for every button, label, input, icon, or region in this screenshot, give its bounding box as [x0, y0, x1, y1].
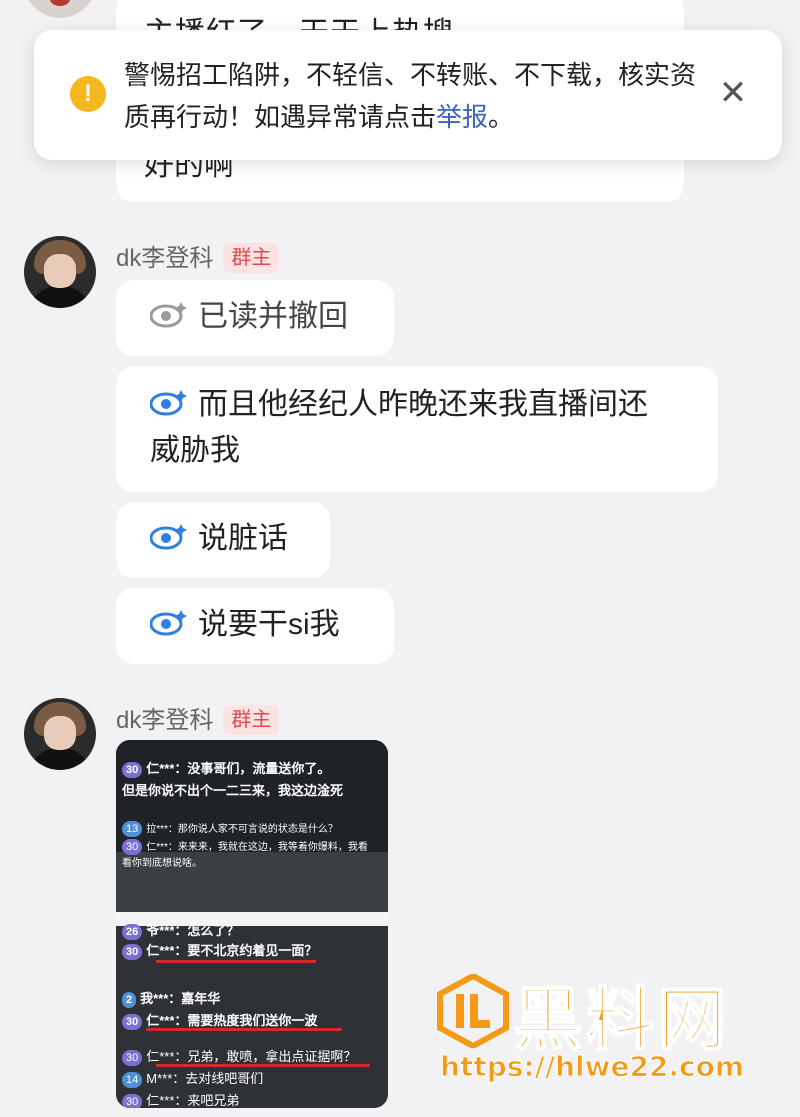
message-text: 说脏话 — [198, 522, 288, 555]
screenshot-comment: 30 仁***：兄弟，敢喷，拿出点证据啊？ — [122, 1046, 356, 1066]
screenshot-comment: 但是你说不出个一二三来，我这边淦死 — [122, 783, 344, 798]
read-status-icon — [150, 524, 187, 550]
close-icon[interactable]: ✕ — [718, 76, 748, 110]
screenshot-comment: 看你到底想说啥。 — [122, 858, 202, 869]
watermark-url: https://hlwe22.com — [439, 1050, 745, 1084]
site-logo-icon — [437, 974, 509, 1048]
screenshot-comment: 30 仁***：要不北京约着见一面？ — [122, 940, 317, 960]
screenshot-comment: 30 仁***：没事哥们，流量送你了。 — [122, 758, 330, 778]
screenshot-comment: 30 仁***：需要热度我们送你一波 — [122, 1010, 317, 1030]
group-owner-badge: 群主 — [223, 705, 280, 735]
message-bubble[interactable]: 说脏话 — [116, 502, 330, 578]
sender-header: dk李登科 群主 — [116, 700, 280, 735]
message-bubble[interactable]: 已读并撤回 — [116, 280, 394, 356]
avatar[interactable] — [24, 698, 96, 770]
report-link[interactable]: 举报 — [436, 102, 488, 132]
screenshot-comment: 30 仁***：来吧兄弟 — [122, 1090, 239, 1108]
message-bubble[interactable]: 而且他经纪人昨晚还来我直播间还 威胁我 — [116, 366, 718, 492]
watermark-name: 黑料网 — [513, 980, 731, 1061]
screenshot-comment: 14 M***：去对线吧哥们 — [122, 1068, 263, 1088]
read-status-icon — [150, 610, 187, 636]
sender-name: dk李登科 — [116, 707, 214, 734]
scam-warning-banner: ! 警惕招工陷阱，不轻信、不转账、不下载，核实资质再行动！如遇异常请点击举报。 … — [34, 30, 782, 160]
read-status-icon — [150, 302, 187, 328]
warning-text: 警惕招工陷阱，不轻信、不转账、不下载，核实资质再行动！如遇异常请点击举报。 — [124, 60, 697, 132]
read-status-icon — [150, 390, 187, 416]
screenshot-comment: 2 我***：嘉年华 — [122, 988, 220, 1008]
message-text: 已读并撤回 — [198, 300, 348, 333]
avatar[interactable] — [24, 236, 96, 308]
sender-header: dk李登科 群主 — [116, 238, 280, 273]
message-text: 威胁我 — [150, 434, 240, 467]
message-text: 而且他经纪人昨晚还来我直播间还 — [198, 388, 648, 421]
group-owner-badge: 群主 — [223, 243, 280, 273]
screenshot-comment: 13 拉***：那你说人家不可言说的状态是什么？ — [122, 820, 338, 837]
image-message[interactable]: 30 仁***：没事哥们，流量送你了。 但是你说不出个一二三来，我这边淦死 13 拉… — [116, 740, 388, 1108]
message-bubble[interactable]: 说要干si我 — [116, 588, 394, 664]
exclamation-icon: ! — [70, 76, 106, 112]
sender-name: dk李登科 — [116, 245, 214, 272]
avatar[interactable] — [24, 0, 96, 18]
screenshot-comment: 26 爷***：怎么了？ — [122, 920, 239, 940]
site-watermark: 黑料网 https://hlwe22.com — [436, 968, 766, 1088]
message-text: 说要干si我 — [198, 608, 340, 641]
screenshot-comment: 30 仁***：来来来，我就在这边，我等着你爆料，我看 — [122, 838, 368, 855]
